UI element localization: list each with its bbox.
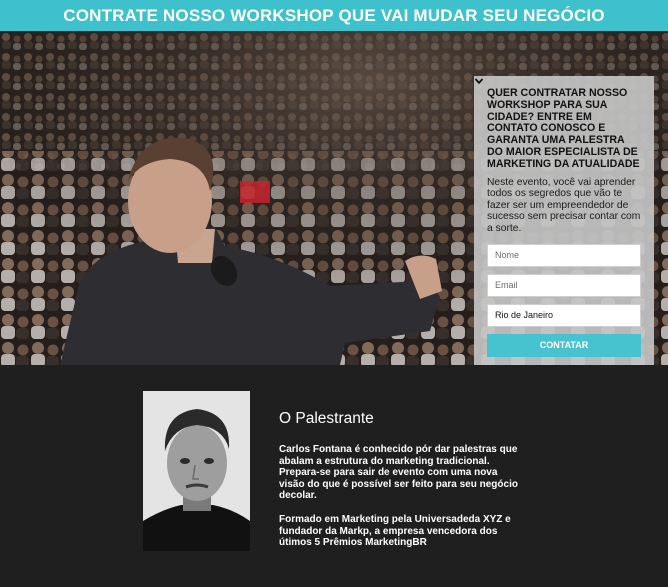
page-title: CONTRATE NOSSO WORKSHOP QUE VAI MUDAR SE… [63, 5, 605, 25]
name-placeholder: Nome [495, 249, 520, 260]
name-input[interactable]: Nome [487, 243, 641, 267]
speaker-heading: O Palestrante [279, 410, 374, 427]
speaker-section: O Palestrante Carlos Fontana é conhecido… [0, 365, 668, 587]
speaker-bio-paragraph-2: Formado em Marketing pela Universadeda X… [279, 513, 511, 549]
hero-section: QUER CONTRATAR NOSSO WORKSHOP PARA SUA C… [0, 31, 668, 365]
speaker-portrait-image [143, 391, 250, 551]
city-select[interactable]: Rio de Janeiro [474, 78, 641, 327]
chevron-down-icon [474, 78, 484, 85]
city-selected-value: Rio de Janeiro [495, 309, 554, 320]
speaker-photo [143, 391, 250, 551]
contact-submit-button[interactable]: CONTATAR [487, 333, 641, 357]
page-header-banner: CONTRATE NOSSO WORKSHOP QUE VAI MUDAR SE… [0, 0, 668, 31]
contact-form-panel: QUER CONTRATAR NOSSO WORKSHOP PARA SUA C… [474, 76, 654, 365]
speaker-bio-paragraph-1: Carlos Fontana é conhecido pór dar pales… [279, 444, 518, 502]
email-placeholder: Email [495, 279, 518, 290]
form-heading: QUER CONTRATAR NOSSO WORKSHOP PARA SUA C… [487, 87, 640, 170]
email-input[interactable]: Email [487, 273, 641, 297]
form-description: Neste evento, você vai aprender todos os… [487, 176, 641, 234]
speaker-bio: Carlos Fontana é conhecido pór dar pales… [279, 444, 523, 549]
